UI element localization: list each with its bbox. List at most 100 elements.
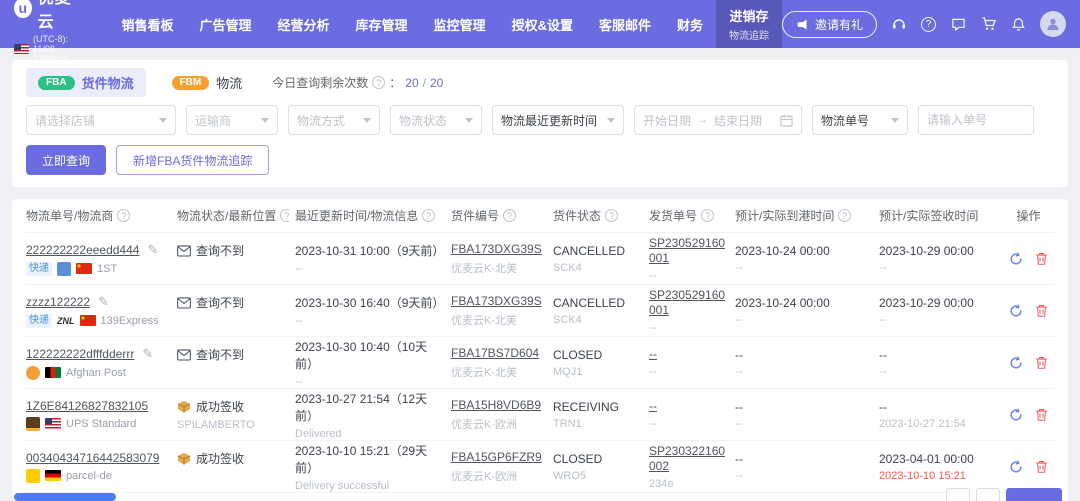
dispatch-number-link[interactable]: -- (649, 399, 657, 414)
tracking-number-link[interactable]: 00340434716442583079 (26, 451, 159, 465)
dispatch-number-link[interactable]: SP230529160001 (649, 236, 729, 266)
shipment-id-link[interactable]: FBA15H8VD6B9 (451, 398, 541, 412)
edit-icon[interactable]: ✎ (98, 294, 109, 310)
shipment-id-link[interactable]: FBA17BS7D604 (451, 346, 539, 360)
eta-actual: -- (735, 469, 743, 482)
column-info-icon[interactable]: ? (701, 209, 715, 222)
daily-query-quota: 今日查询剩余次数 ? ： 20 / 20 (272, 75, 444, 91)
edit-icon[interactable]: ✎ (147, 242, 158, 258)
refresh-icon[interactable] (1009, 252, 1023, 266)
nav-business-analysis[interactable]: 经营分析 (265, 0, 343, 48)
logistics-info: Delivery successful (295, 479, 390, 492)
top-navigation-bar: u 优麦云 (UTC-8): 11/08 23:08:02 销售看板 广告管理 … (0, 0, 1080, 64)
add-fba-tracking-button[interactable]: 新增FBA货件物流追踪 (116, 145, 270, 175)
sign-time-estimated: 2023-10-29 00:00 (879, 295, 974, 310)
tab-fba-shipment-logistics[interactable]: FBA 货件物流 (26, 68, 146, 97)
refresh-icon[interactable] (1009, 460, 1023, 474)
refresh-icon[interactable] (1009, 356, 1023, 370)
pagination-page-button[interactable] (976, 488, 1000, 501)
nav-active-sublabel: 物流追踪 (728, 31, 769, 42)
latest-location (177, 315, 289, 327)
logistics-status-select[interactable]: 物流状态 (390, 105, 482, 135)
nav-customer-email[interactable]: 客服邮件 (586, 0, 664, 48)
shipment-status: CANCELLED (553, 243, 626, 258)
tracking-number-link[interactable]: 1Z6E84126827832105 (26, 399, 148, 413)
latest-location (177, 263, 289, 275)
delete-icon[interactable] (1035, 408, 1048, 422)
tracking-number-link[interactable]: 222222222eeedd444 (26, 243, 139, 257)
main-nav: 销售看板 广告管理 经营分析 库存管理 监控管理 授权&设置 客服邮件 财务 进… (108, 0, 782, 48)
latest-location (177, 367, 289, 379)
bell-icon[interactable] (1010, 16, 1027, 33)
nav-monitoring-management[interactable]: 监控管理 (421, 0, 499, 48)
column-info-icon[interactable]: ? (422, 209, 436, 222)
pagination-prev-button[interactable] (946, 488, 970, 501)
column-info-icon[interactable]: ? (280, 209, 289, 222)
delivered-package-icon (177, 452, 191, 465)
carrier-logo-icon (26, 416, 40, 431)
quota-info-icon[interactable]: ? (372, 76, 386, 89)
carrier-select[interactable]: 运输商 (186, 105, 278, 135)
column-info-icon[interactable]: ? (838, 209, 852, 222)
nav-inventory-management[interactable]: 库存管理 (343, 0, 421, 48)
nav-purchase-sales-inventory[interactable]: 进销存 物流追踪 (715, 0, 782, 48)
tracking-number-link[interactable]: zzzz122222 (26, 295, 90, 309)
latest-location (177, 471, 289, 483)
delete-icon[interactable] (1035, 356, 1048, 370)
delete-icon[interactable] (1035, 252, 1048, 266)
shop-select[interactable]: 请选择店铺 (26, 105, 176, 135)
column-info-icon[interactable]: ? (605, 209, 619, 222)
last-update-time: 2023-10-30 16:40（9天前） (295, 296, 445, 310)
delete-icon[interactable] (1035, 304, 1048, 318)
horizontal-scrollbar-thumb[interactable] (14, 493, 116, 501)
number-type-select[interactable]: 物流单号 (812, 105, 908, 135)
carrier-country-flag-icon (45, 470, 61, 481)
delete-icon[interactable] (1035, 460, 1048, 474)
sign-time-estimated: 2023-04-01 00:00 (879, 451, 974, 466)
shipment-id-link[interactable]: FBA173DXG39S (451, 242, 542, 256)
shop-name: 优麦云K-北美 (451, 366, 517, 379)
tracking-number-link[interactable]: 122222222dfffdderrr (26, 347, 134, 361)
pagination-confirm-button[interactable] (1006, 488, 1062, 501)
invite-reward-button[interactable]: 邀请有礼 (781, 10, 877, 38)
nav-auth-settings[interactable]: 授权&设置 (499, 0, 586, 48)
column-info-icon[interactable]: ? (117, 209, 131, 222)
shipment-status: CANCELLED (553, 295, 626, 310)
customer-service-icon[interactable] (890, 16, 907, 33)
us-flag-icon (14, 44, 29, 54)
logistics-method-select[interactable]: 物流方式 (288, 105, 380, 135)
logistics-status-text: 查询不到 (196, 348, 245, 362)
help-icon[interactable]: ? (920, 16, 937, 33)
dispatch-number-link[interactable]: SP230322160002 (649, 444, 729, 474)
cart-icon[interactable] (980, 16, 997, 33)
tracking-number-input[interactable] (918, 105, 1034, 135)
eta-actual: -- (735, 261, 743, 274)
time-type-select[interactable]: 物流最近更新时间 (492, 105, 624, 135)
filters-row: 请选择店铺 运输商 物流方式 物流状态 物流最近更新时间 开始日期 → 结束日期… (26, 105, 1054, 135)
pagination-bar (946, 488, 1062, 501)
tab-fbm-logistics[interactable]: FBM 物流 (160, 68, 255, 97)
dispatch-number-link[interactable]: SP230529160001 (649, 288, 729, 318)
nav-sales-dashboard[interactable]: 销售看板 (108, 0, 186, 48)
chevron-down-icon (607, 117, 615, 123)
chevron-down-icon (465, 117, 473, 123)
edit-icon[interactable]: ✎ (142, 346, 153, 362)
nav-ad-management[interactable]: 广告管理 (187, 0, 265, 48)
logistics-info: -- (295, 263, 303, 275)
column-info-icon[interactable]: ? (503, 209, 517, 222)
search-button[interactable]: 立即查询 (26, 145, 107, 175)
refresh-icon[interactable] (1009, 304, 1023, 318)
eta-actual: -- (735, 313, 743, 326)
app-logo-icon: u (14, 0, 32, 18)
nav-finance[interactable]: 财务 (664, 0, 716, 48)
dispatch-number-link[interactable]: -- (649, 347, 657, 362)
date-range-picker[interactable]: 开始日期 → 结束日期 (634, 105, 802, 135)
last-update-time: 2023-10-27 21:54（12天前） (295, 391, 428, 423)
shipment-id-link[interactable]: FBA173DXG39S (451, 294, 542, 308)
user-avatar[interactable] (1040, 11, 1066, 37)
express-tag: 快递 (26, 313, 52, 328)
shipment-id-link[interactable]: FBA15GP6FZR9 (451, 450, 542, 464)
last-update-time: 2023-10-10 15:21（29天前） (295, 443, 428, 475)
refresh-icon[interactable] (1009, 408, 1023, 422)
feedback-icon[interactable] (950, 16, 967, 33)
